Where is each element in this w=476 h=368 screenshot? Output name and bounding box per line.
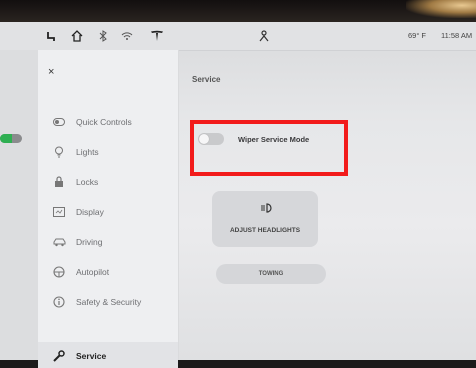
towing-button[interactable]: TOWING [216,264,326,284]
sidebar-item-service[interactable]: Service [52,346,106,366]
steering-wheel-icon [52,265,66,279]
seat-icon[interactable] [44,29,58,43]
page-title: Service [192,75,221,84]
touchscreen: 69° F 11:58 AM × Quick Controls Lights L… [0,22,476,368]
service-panel: Service Wiper Service Mode ADJUST HEADLI… [178,50,476,360]
temperature-readout: 69° F [408,31,427,40]
screen-bezel [0,0,476,22]
sidebar-item-quick-controls[interactable]: Quick Controls [52,112,132,132]
adjust-headlights-button[interactable]: ADJUST HEADLIGHTS [212,191,318,247]
wrench-icon [52,349,66,363]
info-circle-icon [52,295,66,309]
sidebar-item-label: Locks [76,177,99,187]
wifi-icon[interactable] [120,29,134,43]
left-panel-edge [0,50,38,360]
lock-icon [52,175,66,189]
sidebar-item-label: Lights [76,147,99,157]
close-button[interactable]: × [48,66,54,78]
sidebar-item-driving[interactable]: Driving [52,232,102,252]
clock: 11:58 AM [441,31,473,40]
sidebar-item-safety-security[interactable]: Safety & Security [52,292,141,312]
light-glare [406,0,476,18]
sidebar-item-display[interactable]: Display [52,202,104,222]
sidebar-item-lights[interactable]: Lights [52,142,99,162]
sidebar-item-autopilot[interactable]: Autopilot [52,262,109,282]
adjust-headlights-label: ADJUST HEADLIGHTS [229,227,301,234]
sidebar-item-label: Driving [76,237,103,247]
settings-sidebar: × Quick Controls Lights Locks Display Dr… [38,50,179,368]
status-bar: 69° F 11:58 AM [0,22,476,51]
bluetooth-icon[interactable] [96,29,110,43]
home-icon[interactable] [70,29,84,43]
display-icon [52,205,66,219]
sidebar-item-label: Safety & Security [76,297,142,307]
sidebar-item-locks[interactable]: Locks [52,172,98,192]
highlight-annotation-box [190,120,348,176]
sidebar-item-label: Display [76,207,104,217]
car-icon [52,235,66,249]
tesla-logo-icon[interactable] [150,29,164,43]
headlight-icon [260,203,272,213]
sidebar-item-label: Quick Controls [76,117,132,127]
bulb-icon [52,145,66,159]
sidebar-item-label: Autopilot [76,267,110,277]
toggle-icon [52,115,66,129]
driver-profile-icon[interactable] [257,29,271,43]
battery-indicator [0,134,22,143]
